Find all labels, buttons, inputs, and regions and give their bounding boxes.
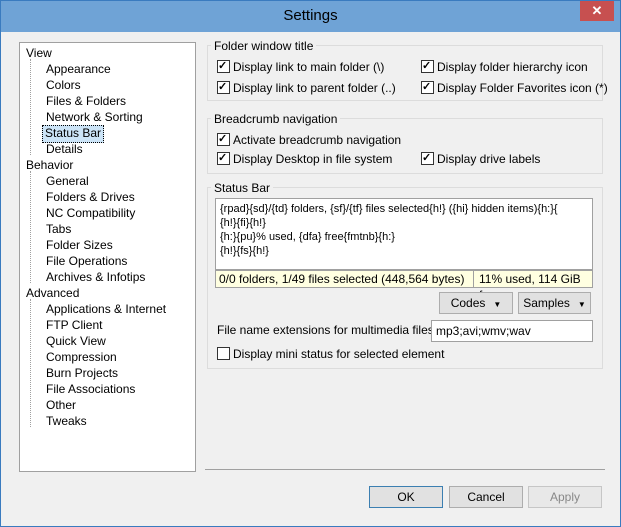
nav-item-burn-projects[interactable]: Burn Projects [44,365,120,381]
folder-window-title-heading: Folder window title [211,39,317,53]
nav-item-ftp-client[interactable]: FTP Client [44,317,104,333]
nav-item-appearance[interactable]: Appearance [44,61,113,77]
breadcrumb-heading: Breadcrumb navigation [211,112,341,126]
title-bar[interactable]: Settings ✕ [1,1,620,32]
samples-label: Samples [523,296,570,310]
window-title: Settings [283,7,338,24]
nav-item-folders-drives[interactable]: Folders & Drives [44,189,137,205]
status-bar-format-editor[interactable]: {rpad}{sd}/{td} folders, {sf}/{tf} files… [215,198,593,270]
cancel-button[interactable]: Cancel [449,486,523,508]
apply-button[interactable]: Apply [528,486,602,508]
option-label: Display folder hierarchy icon [437,60,588,74]
preview-selection-text: 0/0 folders, 1/49 files selected (448,56… [219,272,465,286]
chevron-down-icon: ▼ [493,300,502,309]
extensions-input[interactable]: mp3;avi;wmv;wav [431,320,593,342]
option-folder-favorites-icon[interactable]: Display Folder Favorites icon (*) [421,79,608,96]
format-line: {rpad}{sd}/{td} folders, {sf}/{tf} files… [220,203,558,215]
status-bar-preview: 0/0 folders, 1/49 files selected (448,56… [215,270,593,302]
preview-separator [473,271,474,287]
close-icon[interactable]: ✕ [580,1,614,21]
option-label: Display link to parent folder (..) [233,81,396,95]
settings-nav-tree: View Appearance Colors Files & Folders N… [19,42,196,472]
option-display-desktop[interactable]: Display Desktop in file system [217,150,393,167]
checkbox-checked[interactable] [217,79,230,95]
nav-item-quick-view[interactable]: Quick View [44,333,108,349]
option-link-main-folder[interactable]: Display link to main folder (\) [217,58,385,75]
codes-label: Codes [450,296,486,310]
option-label: Activate breadcrumb navigation [233,133,402,147]
nav-item-file-operations[interactable]: File Operations [44,253,129,269]
checkbox-unchecked[interactable] [217,347,230,360]
tree-connector [30,171,31,283]
option-label: Display mini status for selected element [233,347,445,361]
option-label: Display Desktop in file system [233,152,393,166]
option-activate-breadcrumb[interactable]: Activate breadcrumb navigation [217,131,402,148]
format-line: {h:}{pu}% used, {dfa} free{fmtnb}{h:} [220,231,395,243]
nav-item-general[interactable]: General [44,173,91,189]
checkbox-checked[interactable] [421,58,434,74]
ok-button[interactable]: OK [369,486,443,508]
option-label: Display drive labels [437,152,541,166]
settings-window: Settings ✕ View Appearance Colors Files … [0,0,621,527]
nav-item-tweaks[interactable]: Tweaks [44,413,89,429]
status-bar-heading: Status Bar [211,181,274,195]
samples-dropdown-button[interactable]: Samples ▼ [518,292,591,314]
nav-item-archives-infotips[interactable]: Archives & Infotips [44,269,147,285]
nav-item-details[interactable]: Details [44,141,85,157]
checkbox-checked[interactable] [217,150,230,166]
nav-item-files-folders[interactable]: Files & Folders [44,93,128,109]
tree-connector [30,59,31,155]
option-mini-status[interactable]: Display mini status for selected element [217,346,444,362]
checkbox-checked[interactable] [217,131,230,147]
checkbox-checked[interactable] [421,79,434,95]
nav-item-folder-sizes[interactable]: Folder Sizes [44,237,115,253]
nav-item-applications-internet[interactable]: Applications & Internet [44,301,168,317]
option-display-drive-labels[interactable]: Display drive labels [421,150,541,167]
option-folder-hierarchy-icon[interactable]: Display folder hierarchy icon [421,58,588,75]
codes-dropdown-button[interactable]: Codes ▼ [439,292,513,314]
nav-item-other[interactable]: Other [44,397,78,413]
checkbox-checked[interactable] [217,58,230,74]
nav-item-file-associations[interactable]: File Associations [44,381,137,397]
option-label: Display link to main folder (\) [233,60,385,74]
format-line: {h!}{fi}{h!} [220,217,266,229]
chevron-down-icon: ▼ [577,300,586,309]
tree-connector [30,299,31,427]
nav-group-behavior[interactable]: Behavior [24,157,75,173]
nav-item-network-sorting[interactable]: Network & Sorting [44,109,145,125]
extensions-label: File name extensions for multimedia file… [217,323,438,337]
nav-item-compression[interactable]: Compression [44,349,119,365]
nav-group-view[interactable]: View [24,45,54,61]
footer-divider [205,469,605,470]
checkbox-checked[interactable] [421,150,434,166]
format-line: {h!}{fs}{h!} [220,245,269,257]
option-link-parent-folder[interactable]: Display link to parent folder (..) [217,79,396,96]
nav-item-tabs[interactable]: Tabs [44,221,73,237]
nav-item-nc-compatibility[interactable]: NC Compatibility [44,205,137,221]
option-label: Display Folder Favorites icon (*) [437,81,608,95]
nav-group-advanced[interactable]: Advanced [24,285,81,301]
nav-item-colors[interactable]: Colors [44,77,83,93]
